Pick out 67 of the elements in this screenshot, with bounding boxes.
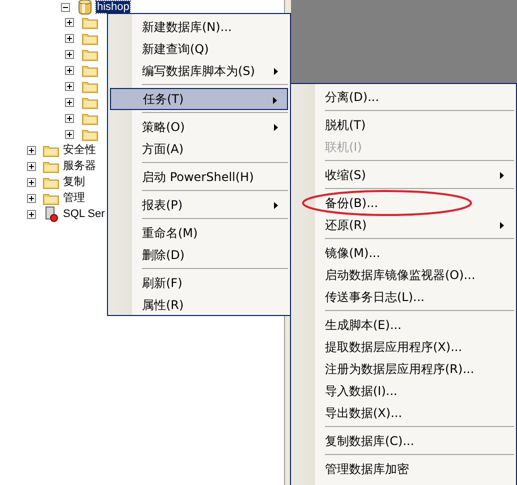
submenu-arrow-icon [500, 222, 504, 229]
menu-item[interactable]: 注册为数据层应用程序(R)... [293, 358, 514, 380]
menu-item[interactable]: 提取数据层应用程序(X)... [293, 336, 514, 358]
folder-icon [82, 32, 98, 44]
menu-item[interactable]: 管理数据库加密 [293, 458, 514, 480]
tree-node-label[interactable]: SQL Ser [62, 208, 106, 220]
submenu-arrow-icon [274, 68, 278, 75]
menu-item[interactable]: 新建查询(Q) [110, 38, 288, 60]
database-label[interactable]: hishop [96, 1, 130, 13]
submenu-arrow-icon [274, 124, 278, 131]
expand-icon[interactable] [27, 146, 36, 154]
tree-node-label[interactable]: 安全性 [62, 144, 97, 156]
folder-icon [82, 48, 98, 60]
menu-item[interactable]: 启动 PowerShell(H) [110, 166, 288, 188]
folder-icon [82, 64, 98, 76]
menu-item[interactable]: 方面(A) [110, 138, 288, 160]
menu-item[interactable]: 脱机(T) [293, 114, 514, 136]
folder-icon [43, 144, 59, 156]
expand-icon[interactable] [65, 34, 74, 42]
menu-item[interactable]: 镜像(M)... [293, 242, 514, 264]
menu-item[interactable]: 还原(R) [293, 214, 514, 236]
menu-item[interactable]: 属性(R) [110, 294, 288, 316]
expand-icon[interactable] [65, 18, 74, 26]
submenu-arrow-icon [500, 172, 504, 179]
menu-item[interactable]: 策略(O) [110, 116, 288, 138]
menu-item[interactable]: 任务(T) [110, 88, 288, 110]
expand-icon[interactable] [27, 178, 36, 186]
menu-item[interactable]: 编写数据库脚本为(S) [110, 60, 288, 82]
expand-icon[interactable] [65, 66, 74, 74]
submenu-arrow-icon [274, 202, 278, 209]
expand-icon[interactable] [65, 114, 74, 122]
menu-item[interactable]: 导入数据(I)... [293, 380, 514, 402]
menu-item[interactable]: 启动数据库镜像监视器(O)... [293, 264, 514, 286]
folder-icon [82, 96, 98, 108]
folder-icon [43, 176, 59, 188]
folder-icon [43, 192, 59, 204]
tree-node-label[interactable]: 管理 [62, 192, 86, 204]
expand-icon[interactable] [65, 130, 74, 138]
expand-icon[interactable] [65, 82, 74, 90]
folder-icon [43, 160, 59, 172]
menu-item[interactable]: 新建数据库(N)... [110, 16, 288, 38]
submenu-arrow-icon [273, 97, 277, 104]
collapse-icon[interactable] [61, 2, 70, 12]
folder-icon [82, 16, 98, 28]
menu-item[interactable]: 传送事务日志(L)... [293, 286, 514, 308]
menu-item[interactable]: 导出数据(X)... [293, 402, 514, 424]
menu-item[interactable]: 收缩(S) [293, 164, 514, 186]
folder-icon [82, 112, 98, 124]
folder-icon [82, 80, 98, 92]
menu-item[interactable]: 报表(P) [110, 194, 288, 216]
tree-node-label[interactable]: 服务器 [62, 160, 97, 172]
menu-item[interactable]: 删除(D) [110, 244, 288, 266]
expand-icon[interactable] [27, 194, 36, 202]
agent-icon [43, 206, 59, 222]
tree-node-label[interactable]: 复制 [62, 176, 86, 188]
menu-item[interactable]: 分离(D)... [293, 86, 514, 108]
menu-item[interactable]: 刷新(F) [110, 272, 288, 294]
menu-item[interactable]: 生成脚本(E)... [293, 314, 514, 336]
expand-icon[interactable] [65, 98, 74, 106]
folder-icon [82, 128, 98, 140]
expand-icon[interactable] [27, 162, 36, 170]
database-icon [78, 0, 92, 15]
menu-item[interactable]: 复制数据库(C)... [293, 430, 514, 452]
menu-item[interactable]: 重命名(M) [110, 222, 288, 244]
expand-icon[interactable] [27, 210, 36, 218]
expand-icon[interactable] [65, 50, 74, 58]
menu-item[interactable]: 备份(B)... [293, 192, 514, 214]
